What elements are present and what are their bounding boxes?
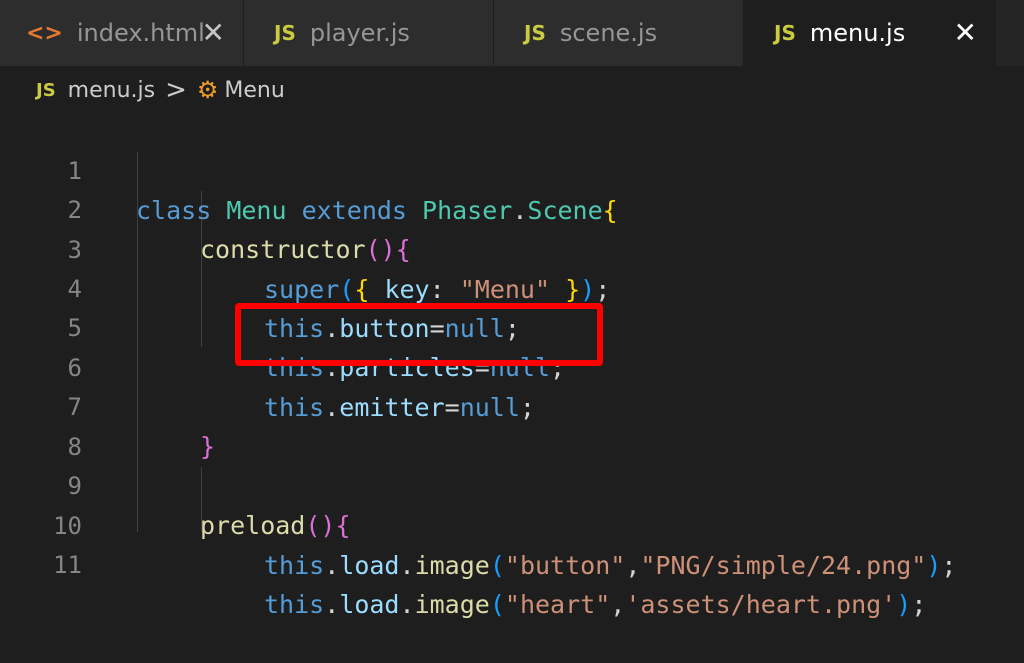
breadcrumb-symbol[interactable]: Menu: [224, 78, 284, 103]
code-line: 3 super({ key: "Menu" });: [0, 192, 1024, 304]
code-line: 2 constructor(){: [0, 152, 1024, 264]
token: load: [339, 590, 400, 619]
tab-menu-js[interactable]: JS menu.js ✕: [744, 0, 996, 66]
token: this: [264, 590, 325, 619]
tab-label: menu.js: [809, 19, 906, 47]
close-icon[interactable]: ✕: [954, 16, 977, 49]
tab-player-js[interactable]: JS player.js: [244, 0, 494, 66]
token: ,: [625, 551, 641, 580]
highlight-annotation-box: [235, 303, 603, 366]
token: "PNG/simple/24.png": [640, 551, 927, 580]
breadcrumb: JS menu.js > ⚙ Menu: [0, 66, 1024, 114]
tab-label: player.js: [309, 19, 410, 47]
code-line: 11 this.load.image("heart",'assets/heart…: [0, 507, 1024, 619]
token: this: [264, 551, 325, 580]
token: ,: [610, 590, 626, 619]
tab-label: index.html: [76, 19, 205, 47]
js-icon: JS: [774, 21, 796, 45]
js-icon: JS: [274, 21, 296, 45]
editor-tab-bar: <> index.html ✕ JS player.js JS scene.js…: [0, 0, 1024, 66]
code-line: 8: [0, 389, 1024, 461]
code-line: 1 class Menu extends Phaser.Scene{: [0, 113, 1024, 225]
token: (: [489, 590, 505, 619]
token: .: [399, 551, 415, 580]
tab-label: scene.js: [559, 19, 658, 47]
token: (: [489, 551, 505, 580]
token: .: [399, 590, 415, 619]
token: load: [339, 551, 400, 580]
tab-scene-js[interactable]: JS scene.js: [494, 0, 744, 66]
class-symbol-icon: ⚙: [196, 76, 219, 104]
line-number: 11: [53, 551, 82, 579]
token: ): [926, 551, 942, 580]
token: .: [324, 590, 340, 619]
token: ;: [941, 551, 957, 580]
close-icon[interactable]: ✕: [202, 16, 225, 49]
token: ;: [911, 590, 927, 619]
token: 'assets/heart.png': [625, 590, 897, 619]
code-line: 9 preload(){: [0, 428, 1024, 540]
tab-bar-empty-space: [996, 0, 1024, 66]
token: image: [414, 551, 490, 580]
code-line: 4 this.button=null;: [0, 231, 1024, 343]
tab-index-html[interactable]: <> index.html ✕: [0, 0, 244, 66]
token: .: [324, 551, 340, 580]
html-icon: <>: [26, 20, 63, 46]
code-line: 10 this.load.image("button","PNG/simple/…: [0, 468, 1024, 580]
token: "button": [504, 551, 626, 580]
js-icon: JS: [524, 21, 546, 45]
token: image: [414, 590, 490, 619]
breadcrumb-file[interactable]: menu.js: [68, 78, 155, 103]
chevron-right-icon: >: [165, 75, 187, 105]
token: ): [896, 590, 912, 619]
token: "heart": [504, 590, 611, 619]
js-icon: JS: [36, 79, 56, 101]
